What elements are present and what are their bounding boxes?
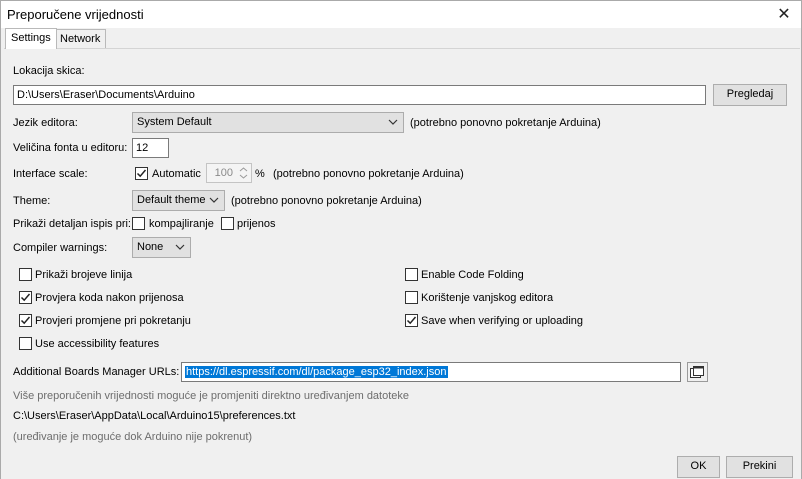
ok-button[interactable]: OK xyxy=(677,456,720,478)
theme-select[interactable]: Default theme xyxy=(132,190,225,211)
verbose-upload-checkbox[interactable] xyxy=(221,217,234,230)
compiler-warnings-label: Compiler warnings: xyxy=(13,242,108,254)
save-on-verify-label: Save when verifying or uploading xyxy=(421,315,584,327)
automatic-scale-label: Automatic xyxy=(152,168,201,180)
theme-label: Theme: xyxy=(13,195,51,207)
checkmark-icon xyxy=(20,316,31,325)
language-restart-note: (potrebno ponovno pokretanje Arduina) xyxy=(410,117,601,129)
verbose-compile-label: kompajliranje xyxy=(149,218,214,230)
scale-unit: % xyxy=(255,168,265,180)
font-size-field[interactable]: 12 xyxy=(132,138,169,158)
browse-button[interactable]: Pregledaj xyxy=(713,84,787,106)
verbose-upload-label: prijenos xyxy=(237,218,276,230)
edit-urls-button[interactable] xyxy=(687,362,708,382)
spinner-arrows-icon[interactable] xyxy=(237,165,250,181)
theme-select-value: Default theme xyxy=(137,194,206,206)
preferences-file-path: C:\Users\Eraser\AppData\Local\Arduino15\… xyxy=(13,410,296,422)
boards-manager-url-field[interactable]: https://dl.espressif.com/dl/package_esp3… xyxy=(181,362,681,382)
interface-scale-label: Interface scale: xyxy=(13,168,88,180)
chevron-down-icon xyxy=(175,244,185,250)
language-select-value: System Default xyxy=(137,116,212,128)
compiler-warnings-value: None xyxy=(137,241,164,253)
scale-spinner-value: 100 xyxy=(214,167,233,179)
dialog-button-bar: OK Prekini xyxy=(1,452,801,479)
scale-spinner[interactable]: 100 xyxy=(206,163,252,183)
window-list-icon xyxy=(690,366,704,378)
external-editor-checkbox[interactable] xyxy=(405,291,418,304)
save-on-verify-checkbox[interactable] xyxy=(405,314,418,327)
window-title: Preporučene vrijednosti xyxy=(7,7,144,22)
check-updates-checkbox[interactable] xyxy=(19,314,32,327)
check-updates-label: Provjeri promjene pri pokretanju xyxy=(35,315,191,327)
accessibility-checkbox[interactable] xyxy=(19,337,32,350)
external-editor-label: Korištenje vanjskog editora xyxy=(421,292,554,304)
tab-settings[interactable]: Settings xyxy=(5,28,57,49)
font-size-label: Veličina fonta u editoru: xyxy=(13,142,128,154)
scale-restart-note: (potrebno ponovno pokretanje Arduina) xyxy=(273,168,464,180)
preferences-window: Preporučene vrijednosti ✕ Settings Netwo… xyxy=(0,0,802,479)
cancel-button[interactable]: Prekini xyxy=(726,456,793,478)
verbose-compile-checkbox[interactable] xyxy=(132,217,145,230)
chevron-down-icon xyxy=(209,197,219,203)
sketchbook-label: Lokacija skica: xyxy=(13,65,85,77)
checkmark-icon xyxy=(406,316,417,325)
verify-after-upload-checkbox[interactable] xyxy=(19,291,32,304)
show-line-numbers-checkbox[interactable] xyxy=(19,268,32,281)
tab-network[interactable]: Network xyxy=(54,29,107,49)
automatic-scale-checkbox[interactable] xyxy=(135,167,148,180)
show-line-numbers-label: Prikaži brojeve linija xyxy=(35,269,133,281)
edit-when-closed-note: (uređivanje je moguće dok Arduino nije p… xyxy=(13,431,253,443)
chevron-down-icon xyxy=(388,119,398,125)
boards-manager-url-text: https://dl.espressif.com/dl/package_esp3… xyxy=(185,366,448,378)
language-select[interactable]: System Default xyxy=(132,112,404,133)
theme-restart-note: (potrebno ponovno pokretanje Arduina) xyxy=(231,195,422,207)
title-bar: Preporučene vrijednosti ✕ xyxy=(1,1,801,28)
settings-panel: Lokacija skica: D:\Users\Eraser\Document… xyxy=(4,48,800,451)
accessibility-label: Use accessibility features xyxy=(35,338,160,350)
verify-after-upload-label: Provjera koda nakon prijenosa xyxy=(35,292,184,304)
language-label: Jezik editora: xyxy=(13,117,78,129)
code-folding-label: Enable Code Folding xyxy=(421,269,524,281)
boards-manager-label: Additional Boards Manager URLs: xyxy=(13,366,180,378)
checkmark-icon xyxy=(136,169,147,178)
close-icon[interactable]: ✕ xyxy=(767,1,801,28)
checkmark-icon xyxy=(20,293,31,302)
verbose-label: Prikaži detaljan ispis pri: xyxy=(13,218,131,230)
more-preferences-note: Više preporučenih vrijednosti moguće je … xyxy=(13,390,410,402)
code-folding-checkbox[interactable] xyxy=(405,268,418,281)
compiler-warnings-select[interactable]: None xyxy=(132,237,191,258)
sketchbook-path-field[interactable]: D:\Users\Eraser\Documents\Arduino xyxy=(13,85,706,105)
